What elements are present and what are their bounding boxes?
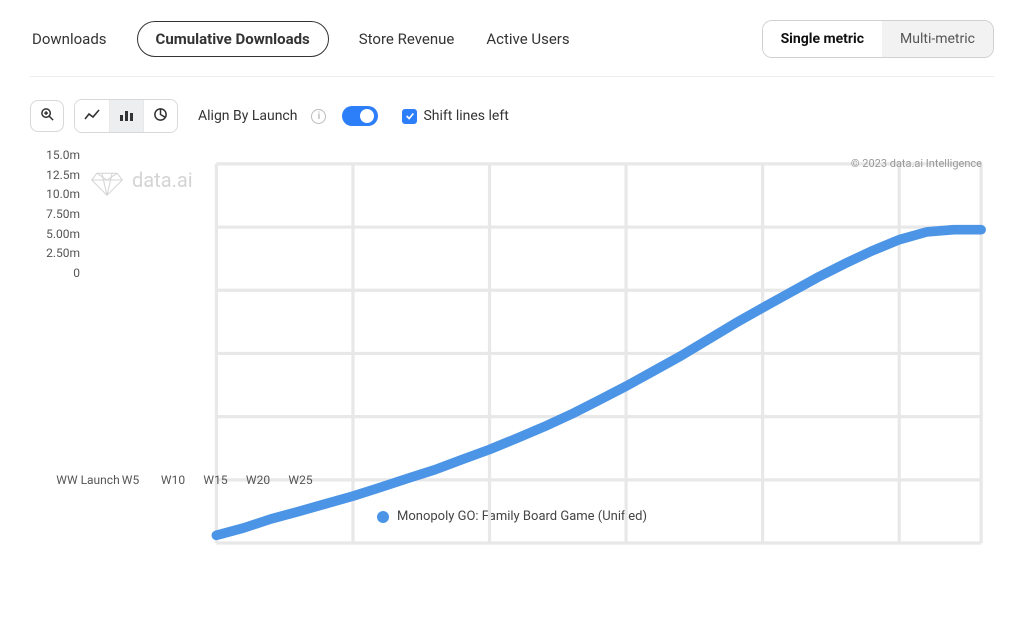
bar-chart-icon	[119, 107, 135, 126]
chart-area: data.ai © 2023 data.ai Intelligence 02.5…	[30, 151, 994, 481]
x-tick-label: WW Launch	[56, 473, 119, 487]
tab-store-revenue[interactable]: Store Revenue	[357, 22, 457, 56]
y-tick-label: 5.00m	[30, 227, 80, 241]
chart-plot	[30, 151, 994, 633]
checkbox-box	[402, 109, 417, 124]
y-tick-label: 7.50m	[30, 207, 80, 221]
y-tick-label: 10.0m	[30, 187, 80, 201]
chart-type-group	[74, 99, 178, 133]
magnifier-plus-icon	[40, 107, 55, 126]
zoom-button[interactable]	[30, 100, 64, 132]
x-tick-label: W20	[246, 473, 270, 487]
x-tick-label: W5	[122, 473, 139, 487]
line-chart-icon	[84, 107, 100, 126]
chart-type-pie-button[interactable]	[143, 100, 177, 132]
y-tick-label: 15.0m	[30, 148, 80, 162]
multi-metric-button[interactable]: Multi-metric	[882, 21, 993, 57]
align-by-launch-label: Align By Launch	[198, 108, 297, 124]
chart-type-bar-button[interactable]	[109, 100, 143, 132]
metric-tabs: Downloads Cumulative Downloads Store Rev…	[30, 21, 572, 57]
info-icon[interactable]: i	[311, 109, 326, 124]
y-tick-label: 0	[30, 266, 80, 280]
metric-mode-toggle: Single metric Multi-metric	[762, 20, 994, 58]
tab-active-users[interactable]: Active Users	[484, 22, 571, 56]
shift-lines-left-label: Shift lines left	[423, 108, 508, 124]
x-tick-label: W15	[203, 473, 227, 487]
single-metric-button[interactable]: Single metric	[763, 21, 882, 57]
tab-cumulative-downloads[interactable]: Cumulative Downloads	[137, 21, 329, 57]
pie-chart-icon	[153, 107, 168, 126]
y-tick-label: 2.50m	[30, 246, 80, 260]
shift-lines-left-checkbox[interactable]: Shift lines left	[402, 108, 508, 124]
chart-type-line-button[interactable]	[75, 100, 109, 132]
tab-downloads[interactable]: Downloads	[30, 22, 109, 56]
x-tick-label: W10	[161, 473, 185, 487]
y-tick-label: 12.5m	[30, 168, 80, 182]
align-by-launch-toggle[interactable]	[342, 106, 378, 126]
toggle-knob	[360, 109, 374, 123]
x-tick-label: W25	[288, 473, 312, 487]
